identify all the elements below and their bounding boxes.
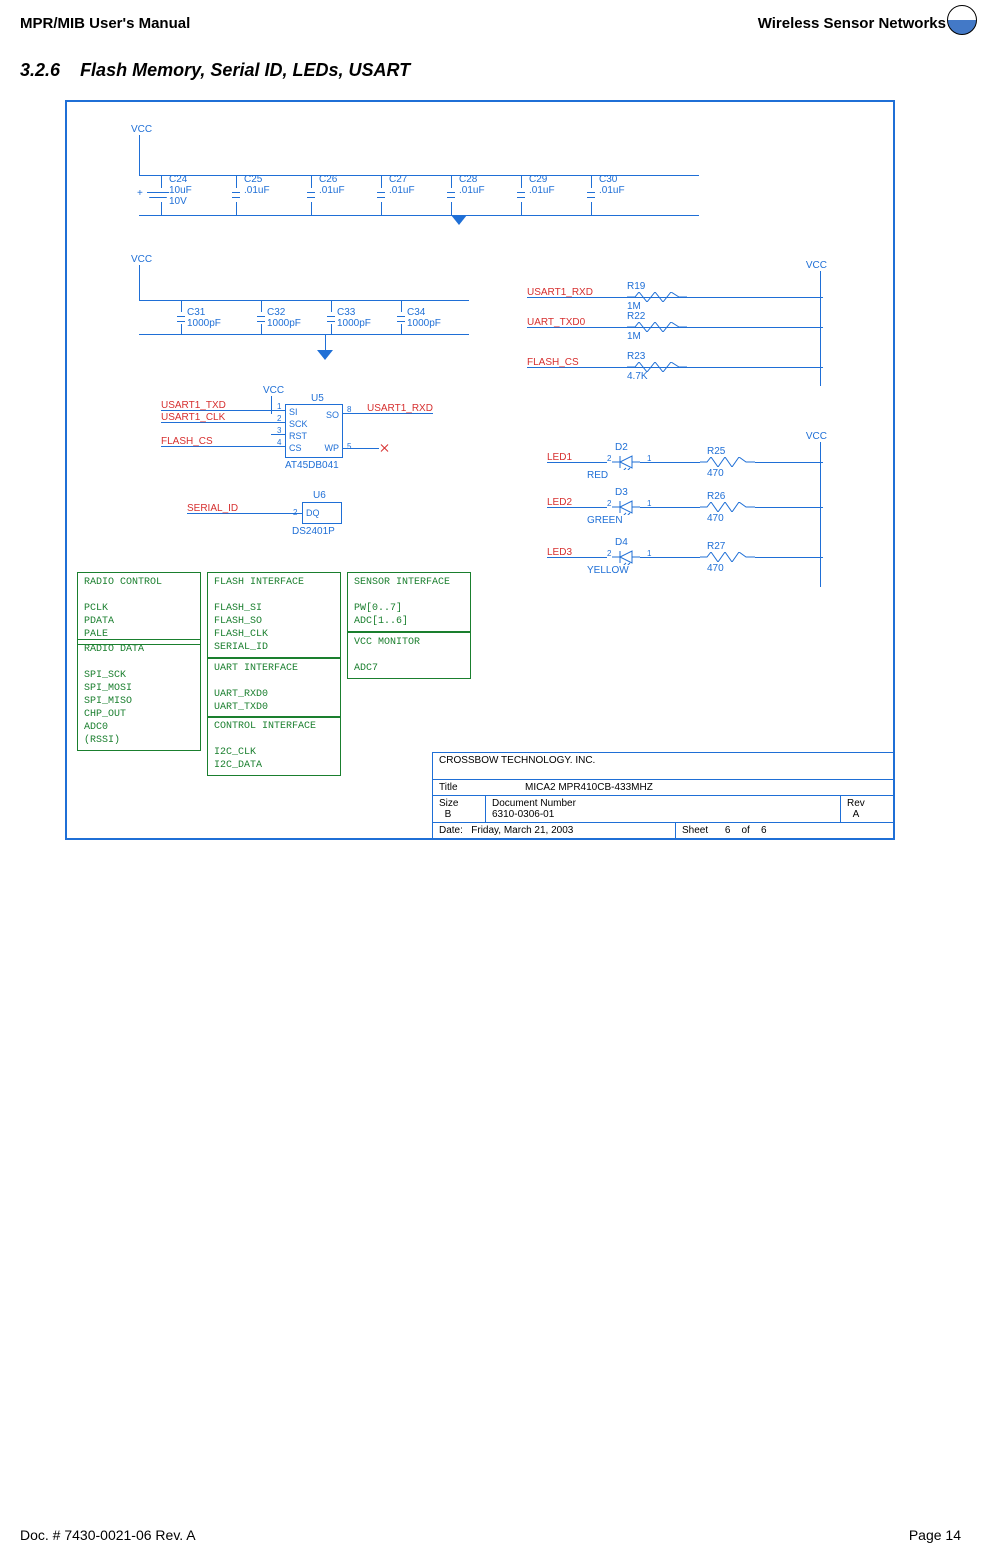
cap-C29 bbox=[517, 188, 525, 202]
cap-label: C29.01uF bbox=[529, 174, 555, 196]
box-sensor-interface: SENSOR INTERFACE PW[0..7] ADC[1..6] bbox=[347, 572, 471, 632]
net-LED2: LED2 bbox=[547, 497, 572, 508]
cap-label: C30.01uF bbox=[599, 174, 625, 196]
section-heading: 3.2.6 Flash Memory, Serial ID, LEDs, USA… bbox=[20, 60, 410, 81]
diode-ref: D3 bbox=[615, 487, 628, 498]
net-serial-id: SERIAL_ID bbox=[187, 503, 238, 514]
res-val: 4.7K bbox=[627, 371, 648, 382]
net-USART1_RXD: USART1_RXD bbox=[527, 287, 593, 298]
net-UART_TXD0: UART_TXD0 bbox=[527, 317, 585, 328]
diode-ref: D4 bbox=[615, 537, 628, 548]
schematic-sheet: VCC +C2410uF10VC25.01uFC26.01uFC27.01uFC… bbox=[65, 100, 895, 840]
led-D3 bbox=[612, 499, 640, 515]
u6-part: DS2401P bbox=[292, 526, 335, 537]
cap-C24 bbox=[147, 188, 169, 202]
header-right: Wireless Sensor Networks bbox=[758, 15, 946, 32]
res-ref: R26 bbox=[707, 491, 725, 502]
net-flash-cs-u5: FLASH_CS bbox=[161, 436, 213, 447]
resistor-R25 bbox=[700, 457, 755, 467]
cap-label: C2410uF10V bbox=[169, 174, 192, 207]
net-LED1: LED1 bbox=[547, 452, 572, 463]
res-val: 470 bbox=[707, 563, 724, 574]
cap-label: C321000pF bbox=[267, 307, 301, 329]
footer-page-number: Page 14 bbox=[909, 1527, 961, 1543]
box-uart-interface: UART INTERFACE UART_RXD0 UART_TXD0 bbox=[207, 658, 341, 718]
footer-doc-number: Doc. # 7430-0021-06 Rev. A bbox=[20, 1527, 196, 1543]
u6-serial-id-chip: DQ bbox=[302, 502, 342, 524]
box-control-interface: CONTROL INTERFACE I2C_CLK I2C_DATA bbox=[207, 716, 341, 776]
resistor-R26 bbox=[700, 502, 755, 512]
box-vcc-monitor: VCC MONITOR ADC7 bbox=[347, 632, 471, 679]
res-ref: R22 bbox=[627, 311, 645, 322]
vcc-label-2: VCC bbox=[131, 254, 152, 265]
led-color: RED bbox=[587, 470, 608, 481]
cap-label: C341000pF bbox=[407, 307, 441, 329]
u5-flash-chip: SI SCK RST CS SO WP bbox=[285, 404, 343, 458]
vcc-label-u5: VCC bbox=[263, 385, 284, 396]
box-flash-interface: FLASH INTERFACE FLASH_SI FLASH_SO FLASH_… bbox=[207, 572, 341, 658]
net-usart1-rxd: USART1_RXD bbox=[367, 403, 433, 414]
vcc-label-pullups: VCC bbox=[806, 260, 827, 271]
led-D2 bbox=[612, 454, 640, 470]
net-LED3: LED3 bbox=[547, 547, 572, 558]
cap-label: C25.01uF bbox=[244, 174, 270, 196]
res-val: 1M bbox=[627, 331, 641, 342]
res-val: 470 bbox=[707, 468, 724, 479]
u6-ref: U6 bbox=[313, 490, 326, 501]
title-company: CROSSBOW TECHNOLOGY. INC. bbox=[433, 753, 893, 779]
led-color: YELLOW bbox=[587, 565, 629, 576]
u5-ref: U5 bbox=[311, 393, 324, 404]
cap-C25 bbox=[232, 188, 240, 202]
u5-part: AT45DB041 bbox=[285, 460, 339, 471]
cap-C30 bbox=[587, 188, 595, 202]
res-val: 470 bbox=[707, 513, 724, 524]
title-block: CROSSBOW TECHNOLOGY. INC. Title MICA2 MP… bbox=[432, 752, 893, 838]
res-ref: R23 bbox=[627, 351, 645, 362]
net-usart1-clk: USART1_CLK bbox=[161, 412, 225, 423]
cap-C28 bbox=[447, 188, 455, 202]
resistor-R27 bbox=[700, 552, 755, 562]
net-FLASH_CS: FLASH_CS bbox=[527, 357, 579, 368]
cap-label: C27.01uF bbox=[389, 174, 415, 196]
cap-C26 bbox=[307, 188, 315, 202]
net-usart1-txd: USART1_TXD bbox=[161, 400, 226, 411]
box-radio-control: RADIO CONTROL PCLK PDATA PALE bbox=[77, 572, 201, 645]
res-ref: R19 bbox=[627, 281, 645, 292]
cap-label: C26.01uF bbox=[319, 174, 345, 196]
cap-C27 bbox=[377, 188, 385, 202]
cap-label: C311000pF bbox=[187, 307, 221, 329]
vcc-label-1: VCC bbox=[131, 124, 152, 135]
box-radio-data: RADIO DATA SPI_SCK SPI_MOSI SPI_MISO CHP… bbox=[77, 639, 201, 751]
no-connect-icon bbox=[379, 443, 389, 453]
res-ref: R25 bbox=[707, 446, 725, 457]
header-left: MPR/MIB User's Manual bbox=[20, 15, 190, 32]
vcc-label-leds: VCC bbox=[806, 431, 827, 442]
cap-label: C28.01uF bbox=[459, 174, 485, 196]
res-ref: R27 bbox=[707, 541, 725, 552]
diode-ref: D2 bbox=[615, 442, 628, 453]
led-color: GREEN bbox=[587, 515, 623, 526]
cap-label: C331000pF bbox=[337, 307, 371, 329]
antenna-logo-icon bbox=[947, 5, 977, 35]
led-D4 bbox=[612, 549, 640, 565]
